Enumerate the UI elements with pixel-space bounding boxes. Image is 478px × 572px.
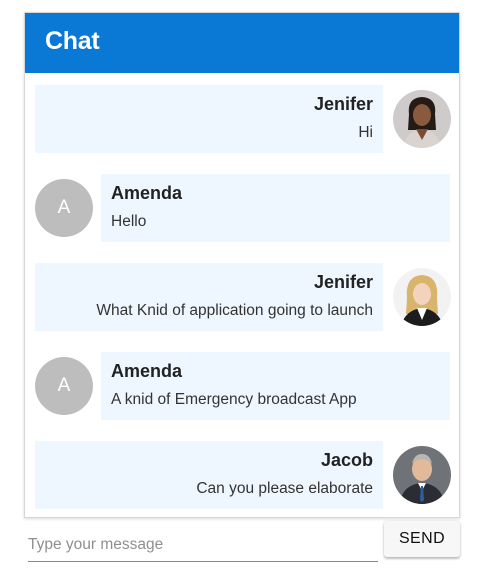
message-item: A Amenda Hello <box>25 174 459 244</box>
message-text: Can you please elaborate <box>196 480 373 497</box>
chat-header: Chat <box>25 13 459 73</box>
message-text: Hello <box>111 213 147 230</box>
avatar-letter: A <box>57 197 71 218</box>
letter-avatar: A <box>35 179 93 237</box>
message-sender: Amenda <box>111 183 183 203</box>
blonde-woman-avatar-icon <box>393 268 451 326</box>
message-bubble: Amenda Hello <box>101 174 450 242</box>
message-sender: Jenifer <box>313 94 373 114</box>
message-bubble: Amenda A knid of Emergency broadcast App <box>101 352 450 420</box>
message-text: What Knid of application going to launch <box>96 302 373 319</box>
message-sender: Amenda <box>111 361 183 381</box>
message-bubble: Jenifer What Knid of application going t… <box>35 263 383 331</box>
message-item: A Amenda A knid of Emergency broadcast A… <box>25 352 459 422</box>
chat-title: Chat <box>45 27 100 55</box>
chat-panel: Chat Jenifer Hi A Amenda Hello Jenifer W… <box>24 12 460 518</box>
letter-avatar: A <box>35 357 93 415</box>
send-button[interactable]: SEND <box>384 521 460 557</box>
message-sender: Jenifer <box>313 272 373 292</box>
message-item: Jenifer Hi <box>25 85 459 155</box>
message-item: Jenifer What Knid of application going t… <box>25 263 459 333</box>
message-text: A knid of Emergency broadcast App <box>111 391 357 408</box>
jacob-avatar-icon <box>393 446 451 504</box>
jenifer-avatar-icon <box>393 90 451 148</box>
message-sender: Jacob <box>320 450 373 470</box>
message-item: Jacob Can you please elaborate <box>25 441 459 511</box>
message-composer: SEND <box>28 521 460 564</box>
avatar-letter: A <box>57 375 71 396</box>
message-bubble: Jacob Can you please elaborate <box>35 441 383 509</box>
message-text: Hi <box>358 124 373 141</box>
message-input[interactable] <box>28 524 378 562</box>
message-bubble: Jenifer Hi <box>35 85 383 153</box>
